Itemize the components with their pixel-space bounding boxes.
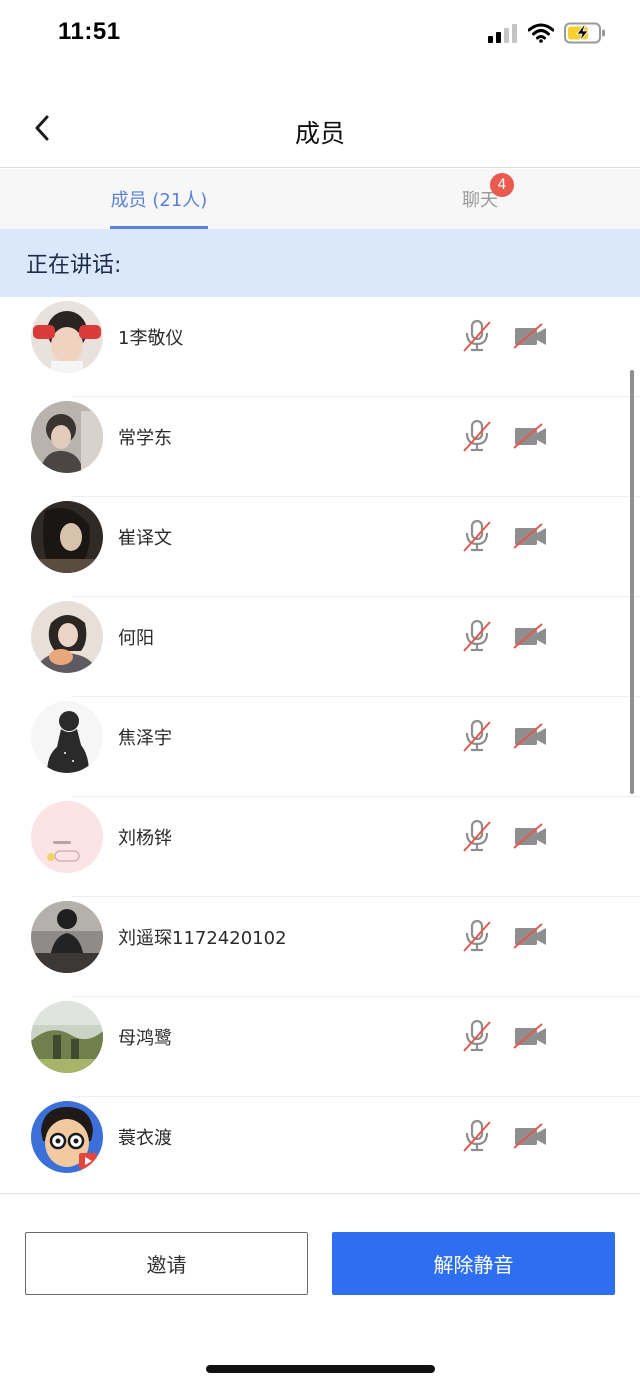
avatar: [31, 701, 103, 773]
bottom-action-bar: 邀请 解除静音: [0, 1193, 640, 1385]
member-name: 常学东: [118, 428, 172, 449]
mic-muted-icon[interactable]: [460, 418, 494, 454]
camera-off-icon[interactable]: [512, 721, 550, 751]
camera-off-icon[interactable]: [512, 1021, 550, 1051]
camera-off-icon[interactable]: [512, 821, 550, 851]
tab-bar: 成员 (21人) 聊天: [0, 169, 640, 229]
chat-unread-badge: 4: [490, 173, 514, 197]
unmute-all-button[interactable]: 解除静音: [332, 1232, 615, 1295]
cellular-signal-icon: [488, 23, 518, 47]
list-item[interactable]: 蓑衣渡: [0, 1097, 640, 1193]
tab-members-label: 成员 (21人): [110, 190, 208, 211]
avatar: [31, 501, 103, 573]
list-item[interactable]: 1李敬仪: [0, 297, 640, 397]
avatar: [31, 901, 103, 973]
avatar: [31, 301, 103, 373]
mic-muted-icon[interactable]: [460, 1118, 494, 1154]
member-name: 1李敬仪: [118, 328, 184, 349]
list-item[interactable]: 刘杨铧: [0, 797, 640, 897]
mic-muted-icon[interactable]: [460, 918, 494, 954]
scrollbar[interactable]: [630, 370, 634, 794]
avatar: [31, 1101, 103, 1173]
navigation-bar: 成员: [0, 96, 640, 168]
wifi-icon: [527, 23, 555, 47]
camera-off-icon[interactable]: [512, 621, 550, 651]
camera-off-icon[interactable]: [512, 1121, 550, 1151]
mic-muted-icon[interactable]: [460, 518, 494, 554]
camera-off-icon[interactable]: [512, 521, 550, 551]
invite-button[interactable]: 邀请: [25, 1232, 308, 1295]
list-item[interactable]: 何阳: [0, 597, 640, 697]
mic-muted-icon[interactable]: [460, 618, 494, 654]
avatar: [31, 801, 103, 873]
home-indicator[interactable]: [206, 1365, 435, 1373]
avatar: [31, 401, 103, 473]
member-name: 刘杨铧: [118, 828, 172, 849]
member-list[interactable]: 1李敬仪 常学东 崔译文 何阳 焦泽宇 刘杨铧 刘遥琛1172420102 母鸿…: [0, 297, 640, 1193]
list-item[interactable]: 刘遥琛1172420102: [0, 897, 640, 997]
member-name: 母鸿鹭: [118, 1028, 172, 1049]
mic-muted-icon[interactable]: [460, 718, 494, 754]
tab-members[interactable]: 成员 (21人): [110, 169, 208, 229]
list-item[interactable]: 常学东: [0, 397, 640, 497]
battery-charging-icon: [564, 22, 606, 48]
mic-muted-icon[interactable]: [460, 1018, 494, 1054]
member-name: 蓑衣渡: [118, 1128, 172, 1149]
page-title: 成员: [294, 119, 345, 148]
status-icons: [488, 22, 606, 48]
speaking-label: 正在讲话:: [26, 253, 122, 278]
status-time: 11:51: [58, 18, 121, 45]
member-name: 崔译文: [118, 528, 172, 549]
status-bar: 11:51: [0, 0, 640, 70]
avatar: [31, 1001, 103, 1073]
list-item[interactable]: 母鸿鹭: [0, 997, 640, 1097]
avatar: [31, 601, 103, 673]
member-name: 焦泽宇: [118, 728, 172, 749]
mic-muted-icon[interactable]: [460, 818, 494, 854]
camera-off-icon[interactable]: [512, 921, 550, 951]
camera-off-icon[interactable]: [512, 421, 550, 451]
speaking-section: 正在讲话:: [0, 229, 640, 297]
mic-muted-icon[interactable]: [460, 318, 494, 354]
member-name: 刘遥琛1172420102: [118, 928, 287, 949]
camera-off-icon[interactable]: [512, 321, 550, 351]
list-item[interactable]: 焦泽宇: [0, 697, 640, 797]
member-name: 何阳: [118, 628, 154, 649]
list-item[interactable]: 崔译文: [0, 497, 640, 597]
